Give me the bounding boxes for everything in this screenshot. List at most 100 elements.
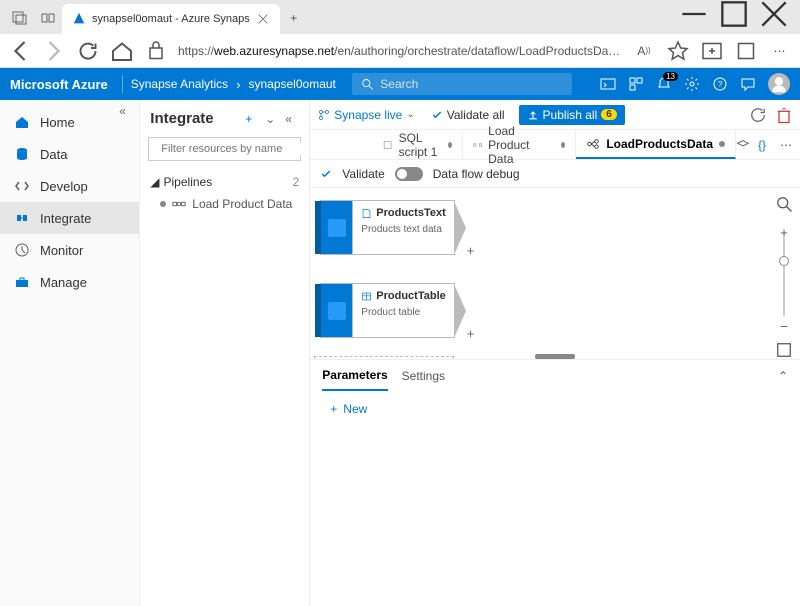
window-maximize-button[interactable]: [714, 0, 754, 28]
tab-group-icon[interactable]: [40, 10, 56, 26]
file-icon: [361, 208, 372, 219]
nav-manage[interactable]: Manage: [0, 266, 139, 298]
more-icon[interactable]: ⋯: [780, 138, 792, 152]
home-icon: [14, 114, 30, 130]
toolbox-icon: [14, 274, 30, 290]
add-step-button[interactable]: +: [467, 326, 475, 341]
tree-item-load-product-data[interactable]: Load Product Data: [148, 193, 301, 215]
chevron-down-icon: ⌄: [406, 109, 414, 120]
add-resource-button[interactable]: +: [245, 112, 259, 126]
data-flow-debug-toggle[interactable]: [395, 167, 423, 181]
refresh-button[interactable]: [76, 39, 100, 63]
cloud-shell-icon[interactable]: [600, 76, 616, 92]
source-producttable[interactable]: ProductTable Product table +: [320, 283, 455, 338]
search-canvas-icon[interactable]: [774, 194, 794, 214]
monitor-icon: [14, 242, 30, 258]
branch-icon: [318, 109, 330, 121]
explorer-chevron-icon[interactable]: ⌄: [265, 112, 279, 126]
checkmark-icon: [320, 168, 332, 180]
window-minimize-button[interactable]: [674, 0, 714, 28]
discard-icon[interactable]: [774, 105, 794, 125]
collections-icon[interactable]: [700, 39, 724, 63]
address-bar[interactable]: https://web.azuresynapse.net/en/authorin…: [178, 44, 622, 58]
explorer-title: Integrate: [150, 110, 239, 127]
dataset-icon: [328, 302, 346, 320]
dirty-dot-icon: [719, 141, 725, 147]
home-button[interactable]: [110, 39, 134, 63]
new-tab-button[interactable]: +: [280, 4, 308, 32]
add-step-button[interactable]: +: [467, 243, 475, 258]
tree-group-pipelines[interactable]: ◢ Pipelines 2: [148, 171, 301, 193]
validate-all-button[interactable]: Validate all: [431, 108, 505, 122]
avatar[interactable]: [768, 73, 790, 95]
left-nav: « Home Data Develop Integrate Monitor Ma…: [0, 100, 140, 606]
new-parameter-button[interactable]: + New: [310, 392, 800, 426]
nav-develop[interactable]: Develop: [0, 170, 139, 202]
database-icon: [14, 146, 30, 162]
feedback-icon[interactable]: [740, 76, 756, 92]
publish-count-badge: 6: [601, 109, 617, 120]
synapse-live-mode[interactable]: Synapse live ⌄: [318, 108, 414, 122]
site-info-icon[interactable]: [144, 39, 168, 63]
dirty-dot-icon: [160, 201, 166, 207]
props-tab-parameters[interactable]: Parameters: [322, 361, 387, 391]
dataflow-icon: [586, 137, 600, 151]
close-icon[interactable]: [256, 12, 270, 26]
azure-brand: Microsoft Azure: [10, 77, 108, 92]
help-icon[interactable]: ?: [712, 76, 728, 92]
zoom-out-icon[interactable]: −: [774, 316, 794, 336]
browser-menu-button[interactable]: ⋯: [768, 39, 792, 63]
checkmark-icon: [431, 109, 443, 121]
refresh-icon[interactable]: [748, 105, 768, 125]
dirty-dot-icon: [561, 142, 565, 148]
dataflow-canvas[interactable]: ProductsText Products text data + Produc…: [310, 188, 800, 359]
gear-icon[interactable]: [684, 76, 700, 92]
notifications-icon[interactable]: [656, 76, 672, 92]
global-search[interactable]: [352, 73, 572, 95]
extensions-icon[interactable]: [734, 39, 758, 63]
zoom-slider-track[interactable]: [783, 236, 785, 316]
code-icon: [14, 178, 30, 194]
collapse-icon: ◢: [150, 175, 159, 189]
source-productstext[interactable]: ProductsText Products text data +: [320, 200, 455, 255]
dirty-dot-icon: [448, 142, 452, 148]
svg-text:?: ?: [718, 80, 723, 89]
read-aloud-icon[interactable]: A)): [632, 39, 656, 63]
integrate-icon: [14, 210, 30, 226]
collapse-props-icon[interactable]: ⌃: [778, 369, 788, 383]
editor-tab-loadproductsdata[interactable]: LoadProductsData: [576, 130, 736, 159]
window-close-button[interactable]: [754, 0, 794, 28]
publish-all-button[interactable]: Publish all 6: [519, 105, 625, 125]
filter-input-wrapper[interactable]: [148, 137, 301, 161]
add-source-placeholder[interactable]: [314, 356, 454, 359]
forward-button: [42, 39, 66, 63]
filter-input[interactable]: [161, 143, 303, 155]
favorite-icon[interactable]: [666, 39, 690, 63]
directory-icon[interactable]: [628, 76, 644, 92]
learn-icon[interactable]: [736, 138, 750, 152]
props-tab-settings[interactable]: Settings: [402, 362, 445, 390]
editor-tab-sql-script-1[interactable]: SQL script 1: [373, 130, 462, 159]
nav-monitor[interactable]: Monitor: [0, 234, 139, 266]
editor-tab-load-product-data[interactable]: Load Product Data: [463, 130, 577, 159]
nav-data[interactable]: Data: [0, 138, 139, 170]
collapse-nav-icon[interactable]: «: [119, 104, 135, 120]
nav-integrate[interactable]: Integrate: [0, 202, 139, 234]
browser-tab[interactable]: synapsel0omaut - Azure Synaps: [62, 4, 280, 34]
tabs-overview-icon[interactable]: [12, 10, 28, 26]
fit-screen-icon[interactable]: [774, 340, 794, 359]
code-braces-icon[interactable]: {}: [758, 138, 772, 152]
debug-label: Data flow debug: [433, 167, 520, 181]
workspace-name[interactable]: synapsel0omaut: [248, 77, 335, 91]
azure-icon: [72, 12, 86, 26]
service-name[interactable]: Synapse Analytics: [131, 77, 228, 91]
sql-icon: [383, 138, 392, 152]
validate-button[interactable]: Validate: [342, 167, 384, 181]
plus-icon: +: [330, 402, 337, 416]
back-button[interactable]: [8, 39, 32, 63]
search-input[interactable]: [380, 77, 564, 91]
collapse-explorer-icon[interactable]: «: [285, 112, 299, 126]
tab-title: synapsel0omaut - Azure Synaps: [92, 13, 250, 25]
zoom-slider-knob[interactable]: [779, 256, 789, 266]
dataset-icon: [328, 219, 346, 237]
